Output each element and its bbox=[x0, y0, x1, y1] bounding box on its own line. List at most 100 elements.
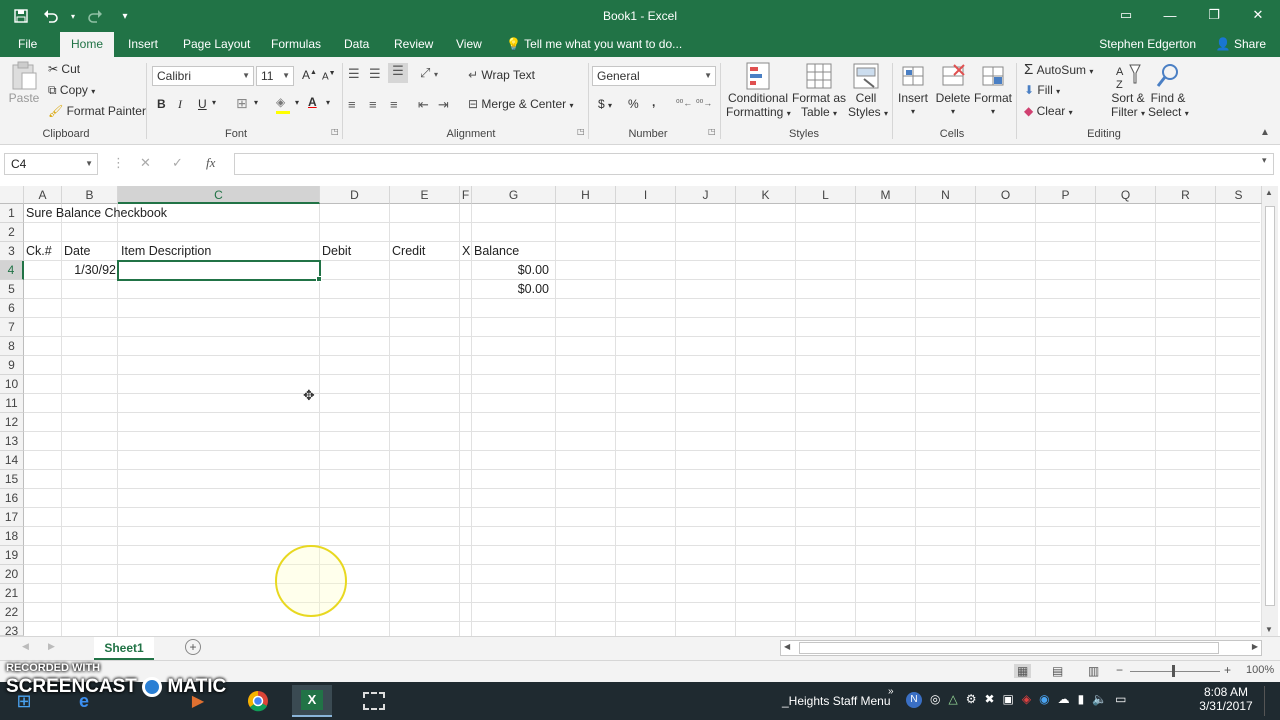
zoom-slider-thumb[interactable] bbox=[1172, 665, 1175, 677]
percent-button[interactable]: % bbox=[628, 97, 639, 111]
normal-view-icon[interactable]: ▦ bbox=[1014, 664, 1032, 678]
align-bottom-icon[interactable]: ☰ bbox=[388, 63, 408, 83]
dialog-launcher-icon[interactable]: ◳ bbox=[708, 127, 716, 136]
column-header-g[interactable]: G bbox=[472, 186, 556, 204]
row-header[interactable]: 11 bbox=[0, 394, 24, 413]
pdf-icon[interactable]: ◈ bbox=[1022, 692, 1031, 708]
network-tray-icon[interactable]: ▣ bbox=[1003, 692, 1014, 708]
align-middle-icon[interactable]: ☰ bbox=[369, 66, 381, 82]
insert-function-icon[interactable]: fx bbox=[206, 155, 215, 171]
sheet-prev-icon[interactable]: ◀ bbox=[22, 641, 29, 652]
column-header-h[interactable]: H bbox=[556, 186, 616, 204]
fill-button[interactable]: ⬇ Fill ▾ bbox=[1024, 83, 1060, 97]
column-header-j[interactable]: J bbox=[676, 186, 736, 204]
row-header[interactable]: 3 bbox=[0, 242, 24, 261]
vertical-scrollbar[interactable]: ▲ ▼ bbox=[1262, 186, 1278, 636]
share-button[interactable]: 👤 Share bbox=[1216, 32, 1266, 57]
currency-button[interactable]: $ ▾ bbox=[598, 97, 612, 111]
ribbon-display-options-icon[interactable]: ▭ bbox=[1104, 0, 1148, 30]
row-header[interactable]: 23 bbox=[0, 622, 24, 638]
battery-icon[interactable]: ▮ bbox=[1078, 692, 1085, 708]
decrease-font-icon[interactable]: A▼ bbox=[322, 70, 336, 82]
zoom-level[interactable]: 100% bbox=[1246, 664, 1274, 676]
sheet-tab-sheet1[interactable]: Sheet1 bbox=[94, 637, 154, 660]
chevron-down-icon[interactable]: ▾ bbox=[254, 98, 258, 107]
copy-button[interactable]: ⧉ Copy ▾ bbox=[48, 83, 95, 98]
underline-button[interactable]: U bbox=[198, 97, 207, 111]
show-desktop-button[interactable] bbox=[1264, 686, 1276, 716]
conditional-formatting-button[interactable]: Conditional Formatting ▾ bbox=[726, 61, 791, 121]
select-all-corner[interactable] bbox=[0, 186, 24, 204]
column-header-k[interactable]: K bbox=[736, 186, 796, 204]
row-header[interactable]: 7 bbox=[0, 318, 24, 337]
onenote-icon[interactable]: N bbox=[906, 692, 922, 708]
sync-icon[interactable]: ◉ bbox=[1039, 692, 1049, 708]
row-header[interactable]: 6 bbox=[0, 299, 24, 318]
zoom-in-icon[interactable]: + bbox=[1224, 663, 1231, 677]
wrap-text-button[interactable]: ↵ Wrap Text bbox=[468, 68, 535, 82]
column-header-n[interactable]: N bbox=[916, 186, 976, 204]
column-header-r[interactable]: R bbox=[1156, 186, 1216, 204]
cell-e3[interactable]: Credit bbox=[392, 242, 425, 261]
row-header[interactable]: 9 bbox=[0, 356, 24, 375]
row-header[interactable]: 8 bbox=[0, 337, 24, 356]
scroll-down-icon[interactable]: ▼ bbox=[1265, 625, 1273, 634]
tab-insert[interactable]: Insert bbox=[120, 32, 166, 57]
worksheet-grid[interactable]: A B C D E F G H I J K L M N O P Q R S 1 … bbox=[0, 186, 1280, 638]
cell-g4[interactable]: $0.00 bbox=[472, 261, 549, 280]
page-break-view-icon[interactable]: ▥ bbox=[1088, 664, 1099, 678]
page-layout-view-icon[interactable]: ▤ bbox=[1052, 664, 1063, 678]
comma-button[interactable]: , bbox=[652, 95, 655, 109]
scroll-left-icon[interactable]: ◀ bbox=[784, 642, 790, 651]
orientation-icon[interactable]: ⤢ ▾ bbox=[420, 65, 438, 81]
row-header[interactable]: 1 bbox=[0, 204, 24, 223]
sort-filter-button[interactable]: AZ Sort & Filter ▾ bbox=[1106, 61, 1150, 121]
enter-icon[interactable]: ✓ bbox=[172, 155, 183, 171]
column-header-l[interactable]: L bbox=[796, 186, 856, 204]
cell-a1[interactable]: Sure Balance Checkbook bbox=[26, 204, 167, 223]
cell-f3[interactable]: X bbox=[462, 242, 470, 261]
cancel-icon[interactable]: ✕ bbox=[140, 155, 151, 171]
expand-formula-bar-icon[interactable]: ▾ bbox=[1262, 155, 1267, 166]
align-left-icon[interactable]: ≡ bbox=[348, 97, 356, 112]
column-header-f[interactable]: F bbox=[460, 186, 472, 204]
clear-button[interactable]: ◆ Clear ▾ bbox=[1024, 104, 1073, 118]
borders-icon[interactable]: ⊞ bbox=[236, 95, 248, 112]
cell-b3[interactable]: Date bbox=[64, 242, 90, 261]
display-icon[interactable]: ▭ bbox=[1115, 692, 1126, 708]
tab-data[interactable]: Data bbox=[336, 32, 377, 57]
number-format-select[interactable]: General ▼ bbox=[592, 66, 716, 86]
paste-button[interactable]: Paste bbox=[8, 61, 40, 105]
row-header[interactable]: 12 bbox=[0, 413, 24, 432]
align-top-icon[interactable]: ☰ bbox=[348, 66, 360, 82]
font-family-select[interactable]: Calibri ▼ bbox=[152, 66, 254, 86]
format-cells-button[interactable]: Format ▾ bbox=[974, 61, 1012, 119]
increase-indent-icon[interactable]: ⇥ bbox=[438, 97, 449, 113]
sheet-next-icon[interactable]: ▶ bbox=[48, 641, 55, 652]
cell-styles-button[interactable]: Cell Styles ▾ bbox=[848, 61, 888, 121]
minimize-icon[interactable]: — bbox=[1148, 0, 1192, 30]
horizontal-scroll-thumb[interactable] bbox=[799, 642, 1219, 654]
collapse-ribbon-icon[interactable]: ▲ bbox=[1260, 127, 1270, 138]
row-header[interactable]: 18 bbox=[0, 527, 24, 546]
format-as-table-button[interactable]: Format as Table ▾ bbox=[792, 61, 846, 121]
excel-taskbar-icon[interactable]: X bbox=[292, 685, 332, 717]
column-header-e[interactable]: E bbox=[390, 186, 460, 204]
row-header[interactable]: 10 bbox=[0, 375, 24, 394]
tell-me-box[interactable]: 💡 Tell me what you want to do... bbox=[506, 32, 682, 57]
align-right-icon[interactable]: ≡ bbox=[390, 97, 398, 112]
zoom-slider[interactable] bbox=[1130, 671, 1220, 672]
decrease-decimal-icon[interactable]: ⁰⁰→ bbox=[696, 98, 712, 109]
align-center-icon[interactable]: ≡ bbox=[369, 97, 377, 112]
chevron-down-icon[interactable]: ▾ bbox=[295, 98, 299, 107]
cell-g5[interactable]: $0.00 bbox=[472, 280, 549, 299]
cloud-icon[interactable]: ☁ bbox=[1058, 692, 1070, 708]
row-header[interactable]: 2 bbox=[0, 223, 24, 242]
cell-d3[interactable]: Debit bbox=[322, 242, 351, 261]
decrease-indent-icon[interactable]: ⇤ bbox=[418, 97, 429, 113]
bold-button[interactable]: B bbox=[157, 97, 166, 111]
column-header-s[interactable]: S bbox=[1216, 186, 1262, 204]
row-header[interactable]: 21 bbox=[0, 584, 24, 603]
horizontal-scrollbar[interactable]: ◀ ▶ bbox=[780, 640, 1262, 656]
row-header[interactable]: 16 bbox=[0, 489, 24, 508]
